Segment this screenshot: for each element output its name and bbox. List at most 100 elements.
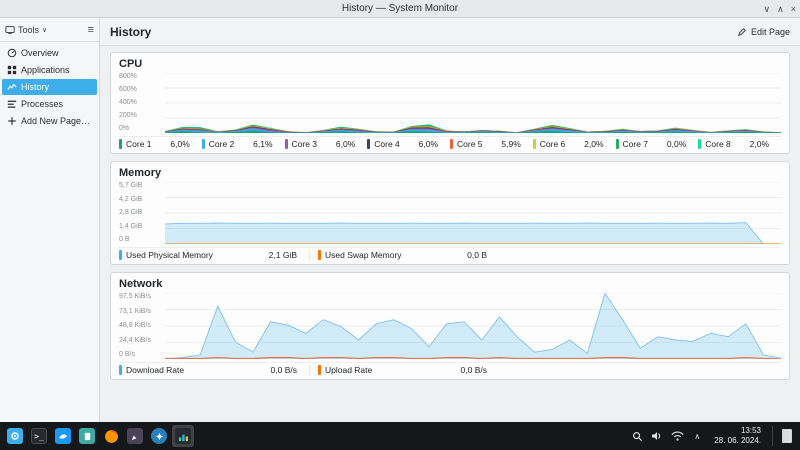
sidebar-item-applications[interactable]: Applications xyxy=(2,62,97,78)
maximize-icon[interactable]: ∧ xyxy=(777,5,784,14)
search-icon xyxy=(632,431,643,442)
system-monitor-task-button[interactable] xyxy=(172,425,194,447)
legend-value: 6,0% xyxy=(170,139,201,149)
show-desktop-button[interactable] xyxy=(778,426,796,446)
legend-label: Core 5 xyxy=(457,139,483,149)
cpu-y-axis: 800% 600% 400% 200% 0% xyxy=(119,73,161,133)
memory-card-title: Memory xyxy=(119,167,781,179)
show-desktop-icon xyxy=(782,429,792,443)
digital-clock[interactable]: 13:53 28. 06. 2024. xyxy=(708,426,767,446)
legend-item: Core 36,0% xyxy=(285,139,368,149)
discover-icon xyxy=(151,428,167,444)
network-history-chart xyxy=(165,293,781,359)
cpu-card-title: CPU xyxy=(119,58,781,70)
legend-label: Core 8 xyxy=(705,139,731,149)
legend-label: Core 2 xyxy=(209,139,235,149)
y-tick-label: 600% xyxy=(119,86,161,93)
legend-swatch xyxy=(318,250,321,260)
taskbar-separator xyxy=(772,426,773,446)
y-tick-label: 0% xyxy=(119,125,161,132)
sidebar-item-label: History xyxy=(21,82,49,92)
sidebar-item-processes[interactable]: Processes xyxy=(2,96,97,112)
legend-item: Used Physical Memory2,1 GiB xyxy=(119,250,309,260)
legend-value: 2,1 GiB xyxy=(269,250,309,260)
volume-icon xyxy=(651,430,663,442)
window-titlebar: History — System Monitor ∨ ∧ × xyxy=(0,0,800,18)
sidebar-toolbar: Tools ∨ ≡ xyxy=(0,18,99,42)
processes-icon xyxy=(7,99,17,109)
legend-item: Core 1 6,0% xyxy=(119,139,202,149)
legend-value: 2,0% xyxy=(750,139,781,149)
legend-value: 0,0 B xyxy=(467,250,499,260)
kdeconnect-button[interactable] xyxy=(76,425,98,447)
plus-icon xyxy=(7,116,17,126)
sidebar-item-overview[interactable]: Overview xyxy=(2,45,97,61)
legend-value: 2,0% xyxy=(584,139,615,149)
sidebar-item-label: Add New Page… xyxy=(21,116,90,126)
legend-value: 5,9% xyxy=(501,139,532,149)
search-tray-button[interactable] xyxy=(628,426,646,446)
window-title: History — System Monitor xyxy=(342,3,458,14)
legend-swatch xyxy=(202,139,205,149)
kate-button[interactable] xyxy=(124,425,146,447)
legend-value: 0,0 B/s xyxy=(461,365,499,375)
y-tick-label: 400% xyxy=(119,99,161,106)
legend-label: Download Rate xyxy=(126,365,184,375)
edit-page-button[interactable]: Edit Page xyxy=(737,27,790,37)
window-controls: ∨ ∧ × xyxy=(764,0,796,18)
cpu-legend: Core 1 6,0% Core 2 6,1%Core 36,0% Core 4 6,0%… xyxy=(119,136,781,149)
legend-swatch xyxy=(285,139,288,149)
history-chart-icon xyxy=(7,82,17,92)
volume-tray-button[interactable] xyxy=(648,426,666,446)
legend-value: 6,1% xyxy=(253,139,284,149)
memory-y-axis: 5,7 GiB4,2 GiB2,8 GiB1,4 GiB0 B xyxy=(119,182,161,244)
taskbar: >_ xyxy=(0,422,800,450)
network-tray-button[interactable] xyxy=(668,426,686,446)
y-tick-label: 24,4 KiB/s xyxy=(119,337,161,344)
firefox-button[interactable] xyxy=(100,425,122,447)
minimize-icon[interactable]: ∨ xyxy=(764,5,771,14)
history-content: CPU 800% 600% 400% 200% 0% Core 1 6,0% Core 2 6… xyxy=(100,46,800,422)
system-monitor-window: Tools ∨ ≡ Overview Applications xyxy=(0,18,800,422)
page-header: History Edit Page xyxy=(100,18,800,46)
sidebar-item-add-new-page[interactable]: Add New Page… xyxy=(2,113,97,129)
y-tick-label: 0 B/s xyxy=(119,351,161,358)
sidebar-nav: Overview Applications History xyxy=(0,42,99,132)
legend-label: Upload Rate xyxy=(325,365,372,375)
legend-value: 6,0% xyxy=(419,139,450,149)
legend-label: Core 4 xyxy=(374,139,400,149)
legend-label: Core 1 xyxy=(126,139,152,149)
legend-swatch xyxy=(533,139,536,149)
legend-item: Core 62,0% xyxy=(533,139,616,149)
y-tick-label: 48,8 KiB/s xyxy=(119,322,161,329)
close-icon[interactable]: × xyxy=(791,5,796,14)
memory-history-chart xyxy=(165,182,781,244)
sidebar-item-label: Applications xyxy=(21,65,70,75)
cpu-card: CPU 800% 600% 400% 200% 0% Core 1 6,0% Core 2 6… xyxy=(110,52,790,154)
legend-item: Core 8 2,0% xyxy=(698,139,781,149)
legend-label: Core 7 xyxy=(623,139,649,149)
y-tick-label: 200% xyxy=(119,112,161,119)
discover-button[interactable] xyxy=(148,425,170,447)
hamburger-menu-icon[interactable]: ≡ xyxy=(88,24,94,36)
pencil-icon xyxy=(737,27,747,37)
network-legend: Download Rate 0,0 B/sUpload Rate 0,0 B/s xyxy=(119,362,781,375)
sidebar-item-history[interactable]: History xyxy=(2,79,97,95)
network-card: Network 97,5 KiB/s73,1 KiB/s48,8 KiB/s24… xyxy=(110,272,790,380)
y-tick-label: 800% xyxy=(119,73,161,80)
legend-item: Upload Rate 0,0 B/s xyxy=(309,365,499,375)
legend-swatch xyxy=(450,139,453,149)
firefox-icon xyxy=(103,428,119,444)
clock-time: 13:53 xyxy=(741,426,761,436)
legend-label: Used Swap Memory xyxy=(325,250,402,260)
tools-menu-button[interactable]: Tools xyxy=(18,25,39,35)
app-launcher-button[interactable] xyxy=(4,425,26,447)
memory-legend: Used Physical Memory2,1 GiB Used Swap Mem… xyxy=(119,247,781,260)
y-tick-label: 97,5 KiB/s xyxy=(119,293,161,300)
konsole-button[interactable]: >_ xyxy=(28,425,50,447)
legend-swatch xyxy=(119,250,122,260)
expand-tray-button[interactable]: ∧ xyxy=(688,426,706,446)
y-tick-label: 5,7 GiB xyxy=(119,182,161,189)
legend-item: Core 70,0% xyxy=(616,139,699,149)
dolphin-button[interactable] xyxy=(52,425,74,447)
